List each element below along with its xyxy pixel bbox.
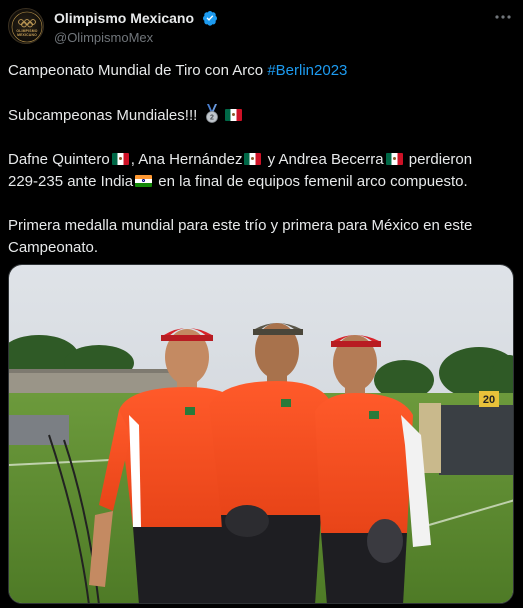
silver-medal-icon: 2: [206, 104, 219, 123]
tweet-line-2-text: Subcampeonas Mundiales!!!: [8, 107, 202, 124]
verified-badge-icon: [202, 10, 217, 26]
mexico-flag-icon: [111, 153, 129, 165]
tweet-line-1: Campeonato Mundial de Tiro con Arco #Ber…: [8, 60, 508, 82]
tweet-line-4-start: 229-235 ante India: [8, 173, 134, 190]
tweet-line-2: Subcampeonas Mundiales!!! 2: [8, 104, 508, 127]
avatar-text: OLIMPISMO MEXICANO: [16, 29, 38, 37]
tweet-paragraph-4: Primera medalla mundial para este trío y…: [8, 217, 473, 256]
mexico-flag-icon: [225, 109, 243, 121]
tweet-header: OLIMPISMO MEXICANO Olimpismo Mexicano @O…: [8, 8, 515, 48]
mexico-flag-icon: [385, 153, 403, 165]
svg-text:2: 2: [211, 115, 215, 122]
tweet-text: Campeonato Mundial de Tiro con Arco #Ber…: [8, 60, 508, 281]
archers-photo: 20: [9, 265, 513, 603]
tweet-line-3-end: perdieron: [404, 151, 473, 168]
mexico-flag-icon: [244, 153, 262, 165]
athlete-name-3: y Andrea Becerra: [263, 151, 384, 168]
tweet-line-1-text: Campeonato Mundial de Tiro con Arco: [8, 62, 268, 79]
tweet-line-4: 229-235 ante India en la final de equipo…: [8, 171, 508, 193]
athlete-name-2: , Ana Hernández: [130, 151, 243, 168]
avatar[interactable]: OLIMPISMO MEXICANO: [8, 8, 44, 44]
tweet-line-4-end: en la final de equipos femenil arco comp…: [154, 173, 468, 190]
tweet-card[interactable]: OLIMPISMO MEXICANO Olimpismo Mexicano @O…: [0, 0, 523, 608]
display-name[interactable]: Olimpismo Mexicano: [54, 10, 194, 26]
more-options-icon[interactable]: [493, 8, 513, 26]
tweet-photo[interactable]: 20: [8, 264, 514, 604]
hashtag-link[interactable]: #Berlin2023: [267, 62, 347, 79]
target-number: 20: [483, 394, 495, 406]
india-flag-icon: [135, 175, 153, 187]
athlete-name-1: Dafne Quintero: [8, 151, 110, 168]
tweet-line-3: Dafne Quintero , Ana Hernández y Andrea B…: [8, 149, 508, 171]
handle[interactable]: @OlimpismoMex: [54, 30, 218, 45]
account-names: Olimpismo Mexicano @OlimpismoMex: [54, 9, 218, 45]
